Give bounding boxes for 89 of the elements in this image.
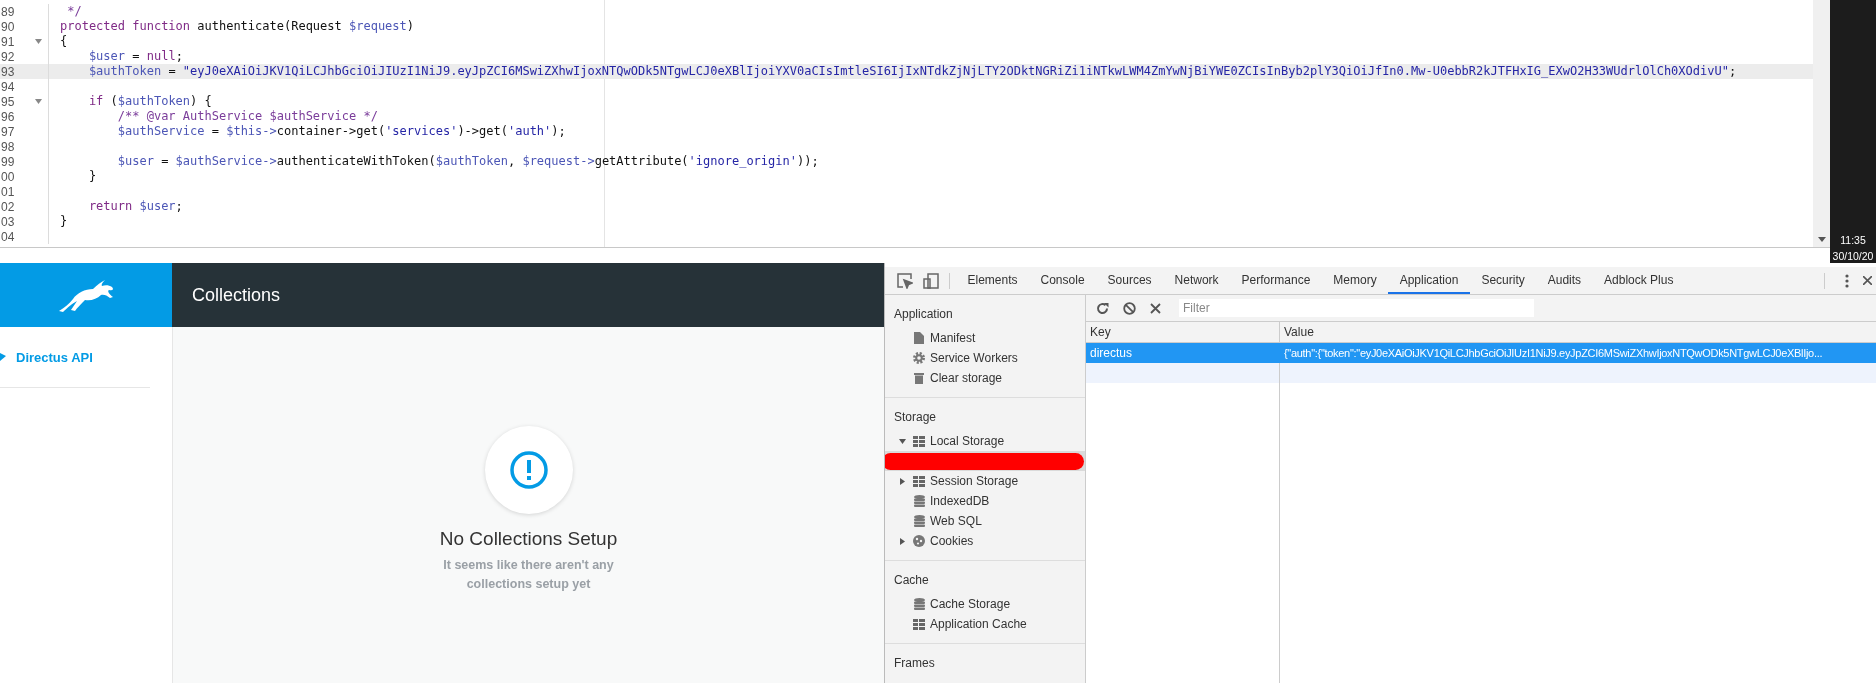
tree-item[interactable]: Service Workers (885, 348, 1085, 368)
empty-state-title: No Collections Setup (439, 528, 618, 550)
database-icon (913, 495, 925, 507)
column-header[interactable]: Value (1279, 325, 1876, 339)
sidebar-heading: Frames (893, 655, 936, 672)
code-line: { (60, 34, 68, 49)
code-line: $authToken = "eyJ0eXAiOiJKV1QiLCJhbGciOiJIUzI1NiJ9.eyJpZCI6MSwiZXhwIjoxNTQwODk5NTgwLCJ0eXBlIjoiYXV0aCIsImtleSI6IjIxNTdkZjNjLTY2ODktNGRiZi1iNTkwLWM4ZmYwNjBiYWE0ZCIsInByb2plY3QiOiJfIn0.Mw-U0ebbR2kJTFHxIG_EXwO2H33WUdrlOlCh0XOdivU"; (87, 64, 1737, 79)
database-icon (913, 515, 925, 527)
line-number: 02 (0, 199, 16, 214)
devtools-tab[interactable]: Network (1163, 267, 1231, 294)
trash-icon (914, 372, 924, 384)
tree-item[interactable]: Cache Storage (885, 594, 1085, 614)
close-icon[interactable] (1863, 276, 1872, 285)
collapsed-arrow-icon[interactable] (899, 477, 906, 485)
code-line: $user = null; (87, 49, 183, 64)
table-icon (913, 475, 925, 487)
table-icon (913, 435, 925, 447)
cookie-icon (913, 535, 925, 547)
table-cell-text: directus (1089, 346, 1134, 360)
more-options-icon[interactable] (1845, 273, 1849, 288)
table-icon (913, 618, 925, 630)
line-number: 04 (0, 229, 16, 244)
line-number: 92 (0, 49, 16, 64)
code-line: $authService = $this->container->get('services')->get('auth'); (116, 124, 566, 139)
line-number: 96 (0, 109, 16, 124)
editor-scrollbar[interactable] (1813, 0, 1830, 247)
line-number: 89 (0, 4, 16, 19)
table-cell-text: {"auth":{"token":"eyJ0eXAiOiJKV1QiLCJhbGciOiJIUzI1NiJ9.eyJpZCI6MSwiZXhwIjoxNTQwODk5NTgwLCJ0eXBlIjo... (1283, 347, 1824, 359)
sidebar-heading: Application (893, 306, 954, 323)
code-line: return $user; (87, 199, 183, 214)
inspect-element-icon[interactable] (897, 272, 913, 289)
tree-item[interactable]: Session Storage (885, 471, 1085, 491)
line-number: 00 (0, 169, 16, 184)
line-number: 90 (0, 19, 16, 34)
tree-item[interactable]: Local Storage (885, 431, 1085, 451)
line-number: 01 (0, 184, 16, 199)
devtools-tab[interactable]: Memory (1321, 267, 1389, 294)
database-icon (913, 598, 925, 610)
code-line: /** @var AuthService $authService */ (116, 109, 378, 124)
code-line: */ (66, 4, 82, 19)
line-number: 98 (0, 139, 16, 154)
expanded-arrow-icon[interactable] (899, 437, 906, 445)
fold-arrow-icon[interactable] (35, 39, 42, 44)
page-title: Collections (192, 284, 281, 306)
code-line: $user = $authService->authenticateWithToken($authToken, $request->getAttribute('ignore_origin')); (116, 154, 819, 169)
line-number: 94 (0, 79, 16, 94)
tree-item[interactable]: IndexedDB (885, 491, 1085, 511)
tree-item[interactable]: Web SQL (885, 511, 1085, 531)
devtools-tab[interactable]: Audits (1536, 267, 1593, 294)
tree-item[interactable]: Manifest (885, 328, 1085, 348)
column-header[interactable]: Key (1086, 325, 1279, 339)
clock-date: 30/10/20 (1832, 250, 1874, 262)
gear-icon (913, 352, 925, 364)
line-number: 95 (0, 94, 16, 109)
logo-block[interactable] (0, 263, 172, 327)
tree-item[interactable]: Clear storage (885, 368, 1085, 388)
devtools-tab[interactable]: Performance (1230, 267, 1322, 294)
code-line: protected function authenticate(Request $request) (60, 19, 415, 34)
rabbit-logo (57, 277, 115, 313)
block-icon[interactable] (1123, 301, 1136, 315)
project-icon (0, 353, 6, 361)
code-line: } (87, 169, 97, 184)
code-line: } (60, 214, 68, 229)
device-toolbar-icon[interactable] (923, 272, 939, 289)
sidebar-heading: Storage (893, 409, 938, 426)
sidebar-heading: Cache (893, 572, 930, 589)
tree-item[interactable]: Cookies (885, 531, 1085, 551)
line-number: 97 (0, 124, 16, 139)
devtools-tab[interactable]: Sources (1096, 267, 1164, 294)
line-number: 03 (0, 214, 16, 229)
refresh-icon[interactable] (1096, 301, 1109, 315)
devtools-tab[interactable]: Elements (956, 267, 1030, 294)
line-number: 99 (0, 154, 16, 169)
code-line: if ($authToken) { (87, 94, 212, 109)
exclamation-icon (509, 451, 548, 489)
devtools-tab[interactable]: Security (1469, 267, 1537, 294)
clear-icon[interactable] (1150, 302, 1161, 314)
line-number: 93 (0, 64, 16, 79)
tree-item[interactable]: Application Cache (885, 614, 1085, 634)
empty-state-message: It seems like there aren't any collections setup yet (442, 557, 615, 593)
file-icon (914, 332, 924, 344)
fold-arrow-icon[interactable] (35, 99, 42, 104)
devtools-tab[interactable]: Adblock Plus (1592, 267, 1685, 294)
line-number: 91 (0, 34, 16, 49)
clock-time: 11:35 (1840, 234, 1866, 246)
filter-field[interactable]: Filter (1179, 299, 1534, 317)
scroll-down-arrow-icon[interactable] (1817, 237, 1826, 242)
devtools-tab[interactable]: Console (1029, 267, 1097, 294)
collapsed-arrow-icon[interactable] (899, 537, 906, 545)
